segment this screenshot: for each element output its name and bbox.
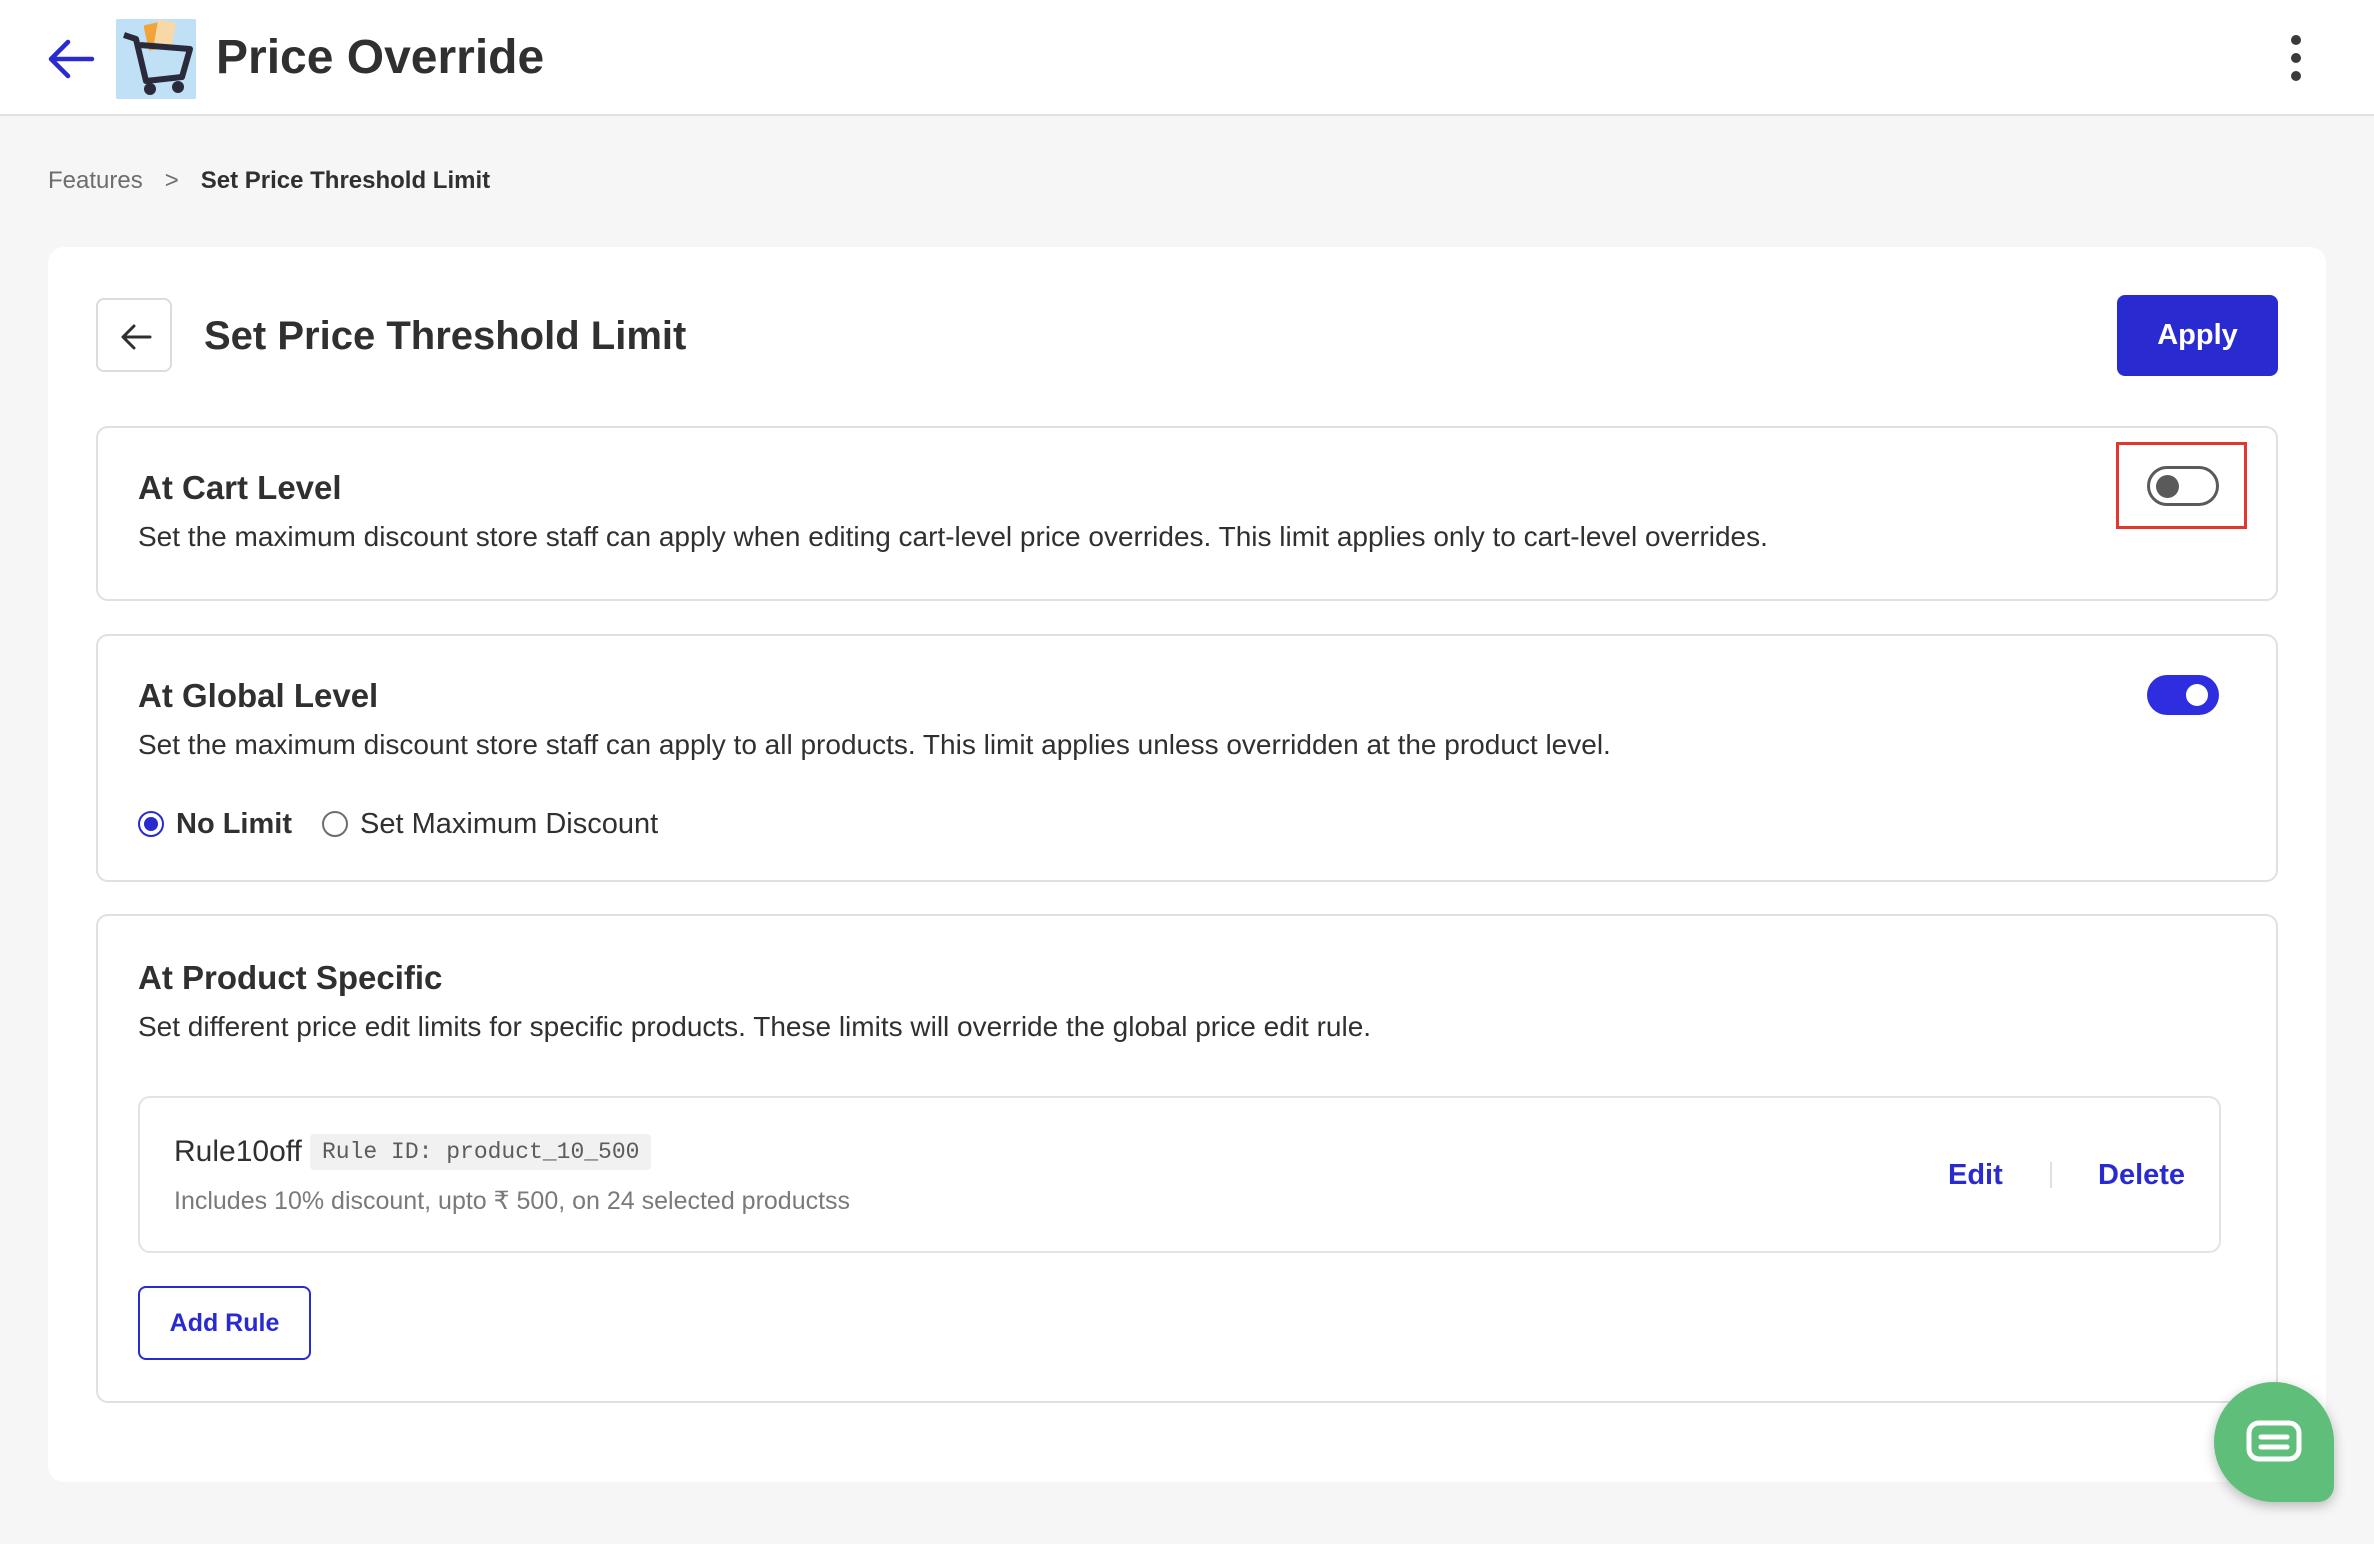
no-limit-label: No Limit bbox=[176, 807, 292, 840]
no-limit-radio[interactable]: No Limit bbox=[138, 808, 292, 841]
app-logo-icon bbox=[116, 19, 196, 99]
radio-unchecked-icon bbox=[322, 811, 348, 837]
header-back-button[interactable] bbox=[96, 298, 172, 372]
global-level-description: Set the maximum discount store staff can… bbox=[138, 729, 1611, 760]
divider bbox=[2050, 1162, 2052, 1188]
global-level-toggle[interactable] bbox=[2147, 675, 2219, 715]
back-arrow-icon bbox=[121, 324, 152, 350]
product-specific-description: Set different price edit limits for spec… bbox=[138, 1011, 1372, 1042]
set-maximum-discount-radio[interactable]: Set Maximum Discount bbox=[322, 808, 658, 841]
app-title: Price Override bbox=[216, 31, 545, 84]
highlight-box bbox=[2116, 442, 2247, 529]
global-level-title: At Global Level bbox=[138, 677, 379, 714]
rule-name: Rule10off bbox=[174, 1135, 302, 1168]
toggle-knob bbox=[2186, 684, 2208, 706]
global-limit-options: No Limit Set Maximum Discount bbox=[138, 804, 688, 844]
rule-summary: Includes 10% discount, upto ₹ 500, on 24… bbox=[174, 1187, 851, 1215]
back-arrow-icon[interactable] bbox=[44, 34, 98, 84]
rule-card: Rule10off Rule ID: product_10_500 Includ… bbox=[138, 1096, 2221, 1253]
product-specific-title: At Product Specific bbox=[138, 959, 443, 996]
add-rule-button[interactable]: Add Rule bbox=[138, 1286, 311, 1360]
top-bar: Price Override bbox=[0, 0, 2374, 116]
set-maximum-discount-label: Set Maximum Discount bbox=[360, 807, 659, 840]
chat-icon bbox=[2246, 1420, 2302, 1462]
cart-level-title: At Cart Level bbox=[138, 469, 342, 506]
breadcrumb: Features > Set Price Threshold Limit bbox=[48, 164, 490, 198]
rule-edit-link[interactable]: Edit bbox=[1948, 1156, 2003, 1194]
global-level-section: At Global Level Set the maximum discount… bbox=[96, 634, 2278, 882]
page-title: Set Price Threshold Limit bbox=[204, 314, 687, 358]
cart-level-section: At Cart Level Set the maximum discount s… bbox=[96, 426, 2278, 601]
rule-delete-link[interactable]: Delete bbox=[2098, 1156, 2185, 1194]
more-vertical-icon[interactable] bbox=[2280, 30, 2312, 86]
product-specific-section: At Product Specific Set different price … bbox=[96, 914, 2278, 1403]
rule-id-badge: Rule ID: product_10_500 bbox=[310, 1134, 652, 1170]
breadcrumb-current: Set Price Threshold Limit bbox=[200, 167, 491, 194]
apply-button[interactable]: Apply bbox=[2117, 295, 2278, 376]
chat-button[interactable] bbox=[2214, 1382, 2334, 1502]
breadcrumb-separator: > bbox=[164, 167, 179, 194]
cart-level-description: Set the maximum discount store staff can… bbox=[138, 521, 1768, 552]
radio-checked-icon bbox=[138, 811, 164, 837]
breadcrumb-features-link[interactable]: Features bbox=[48, 167, 143, 194]
